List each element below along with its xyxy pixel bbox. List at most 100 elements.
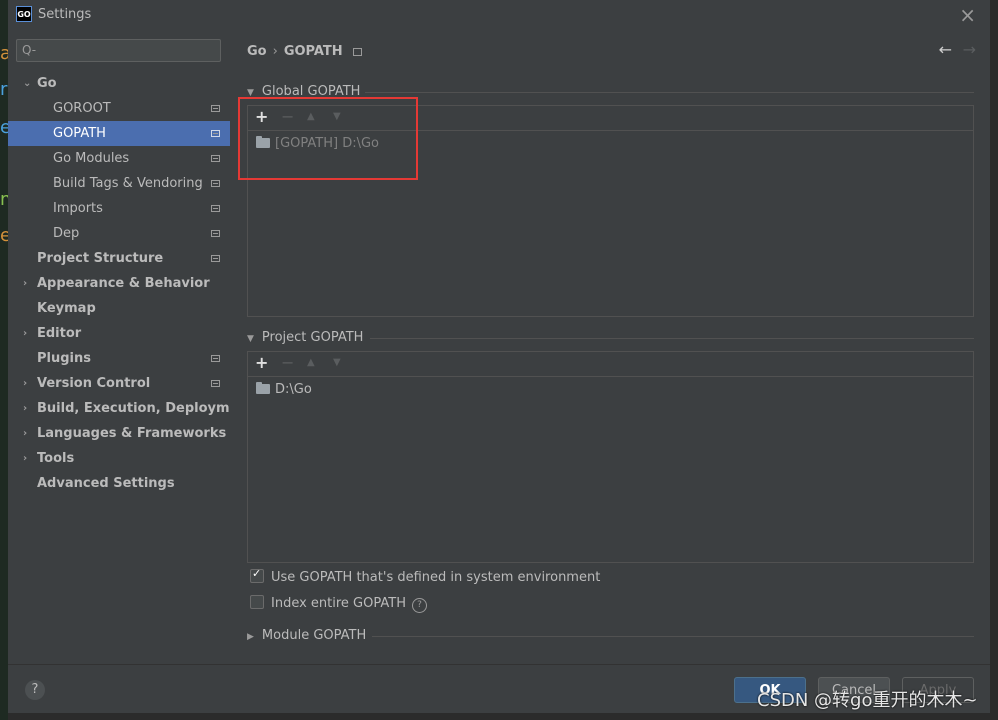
sidebar-item-label: Dep	[53, 226, 80, 241]
title-bar: GO Settings ×	[8, 0, 990, 30]
project-gopath-toolbar: + − ▲ ▼	[248, 352, 973, 377]
help-icon[interactable]: ?	[411, 598, 427, 613]
sidebar-item-build-execution-deployment[interactable]: › Build, Execution, Deployment	[8, 396, 254, 421]
use-system-gopath-checkbox[interactable]	[250, 567, 264, 583]
background-glyph: e	[0, 226, 8, 246]
settings-sidebar: Q- ⌄ Go GOROOT GOPATH Go Modules Build T…	[8, 29, 254, 664]
background-glyph: r	[0, 80, 8, 100]
remove-icon[interactable]: −	[281, 108, 294, 126]
project-scope-icon	[211, 130, 220, 137]
add-icon[interactable]: +	[255, 108, 268, 126]
sidebar-item-build-tags[interactable]: Build Tags & Vendoring	[8, 171, 230, 196]
sidebar-item-imports[interactable]: Imports	[8, 196, 230, 221]
watermark: CSDN @转go重开的木木~	[757, 690, 978, 711]
move-down-icon[interactable]: ▼	[333, 354, 341, 372]
sidebar-item-label: Advanced Settings	[37, 476, 175, 491]
breadcrumb-current: GOPATH	[283, 44, 343, 59]
sidebar-item-go[interactable]: ⌄ Go	[8, 71, 230, 96]
sidebar-item-label: Editor	[37, 326, 82, 341]
checkbox-label: Use GOPATH that's defined in system envi…	[271, 570, 601, 585]
section-divider	[370, 338, 974, 339]
settings-window: GO Settings × Q- ⌄ Go GOROOT GOPATH Go M…	[8, 0, 990, 713]
project-scope-icon	[211, 205, 220, 212]
section-title: Project GOPATH	[261, 330, 364, 345]
sidebar-item-label: Go	[37, 76, 57, 91]
project-scope-icon	[211, 380, 220, 387]
sidebar-item-dep[interactable]: Dep	[8, 221, 230, 246]
chevron-right-icon: ›	[23, 453, 28, 464]
sidebar-item-go-modules[interactable]: Go Modules	[8, 146, 230, 171]
sidebar-item-label: GOROOT	[53, 101, 111, 116]
project-scope-icon	[352, 47, 362, 56]
triangle-down-icon: ▼	[247, 334, 254, 344]
list-item[interactable]: D:\Go	[256, 382, 312, 397]
chevron-right-icon: ›	[23, 328, 28, 339]
sidebar-item-plugins[interactable]: Plugins	[8, 346, 230, 371]
background-editor-strip	[0, 0, 8, 720]
search-icon: Q-	[22, 43, 37, 57]
index-entire-gopath-checkbox[interactable]	[250, 595, 264, 609]
settings-tree: ⌄ Go GOROOT GOPATH Go Modules Build Tags…	[8, 71, 254, 496]
sidebar-item-goroot[interactable]: GOROOT	[8, 96, 230, 121]
global-gopath-header[interactable]: ▼ Global GOPATH	[247, 84, 360, 99]
sidebar-item-label: Plugins	[37, 351, 91, 366]
section-divider	[372, 636, 974, 637]
window-title: Settings	[38, 7, 92, 22]
project-scope-icon	[211, 230, 220, 237]
close-icon[interactable]: ×	[959, 3, 976, 27]
forward-arrow-icon[interactable]: →	[963, 40, 976, 59]
breadcrumb: Go › GOPATH	[247, 44, 362, 59]
project-scope-icon	[211, 255, 220, 262]
sidebar-item-label: Tools	[37, 451, 75, 466]
sidebar-item-label: Project Structure	[37, 251, 164, 266]
section-title: Global GOPATH	[261, 84, 361, 99]
sidebar-item-languages-frameworks[interactable]: › Languages & Frameworks	[8, 421, 230, 446]
help-button[interactable]: ?	[25, 680, 45, 700]
remove-icon[interactable]: −	[281, 354, 294, 372]
list-item[interactable]: [GOPATH] D:\Go	[256, 136, 379, 151]
project-scope-icon	[211, 155, 220, 162]
chevron-right-icon: ›	[23, 278, 28, 289]
chevron-down-icon: ⌄	[23, 78, 32, 89]
checkbox-label: Index entire GOPATH	[271, 596, 406, 611]
sidebar-item-project-structure[interactable]: Project Structure	[8, 246, 230, 271]
module-gopath-header[interactable]: ▶ Module GOPATH	[247, 628, 366, 643]
sidebar-item-version-control[interactable]: › Version Control	[8, 371, 230, 396]
project-scope-icon	[211, 105, 220, 112]
sidebar-item-tools[interactable]: › Tools	[8, 446, 230, 471]
add-icon[interactable]: +	[255, 354, 268, 372]
folder-icon	[256, 382, 270, 394]
search-input[interactable]: Q-	[16, 39, 221, 62]
use-system-gopath-option: Use GOPATH that's defined in system envi…	[250, 567, 601, 585]
global-gopath-toolbar: + − ▲ ▼	[248, 106, 973, 131]
sidebar-item-editor[interactable]: › Editor	[8, 321, 230, 346]
back-arrow-icon[interactable]: ←	[939, 40, 952, 59]
sidebar-item-label: Appearance & Behavior	[37, 276, 210, 291]
project-gopath-header[interactable]: ▼ Project GOPATH	[247, 330, 363, 345]
sidebar-item-keymap[interactable]: Keymap	[8, 296, 230, 321]
chevron-right-icon: ›	[23, 378, 28, 389]
project-gopath-list: + − ▲ ▼ D:\Go	[247, 351, 974, 563]
triangle-down-icon: ▼	[247, 88, 254, 98]
move-down-icon[interactable]: ▼	[333, 108, 341, 126]
sidebar-item-advanced-settings[interactable]: Advanced Settings	[8, 471, 230, 496]
background-glyph: e	[0, 118, 8, 138]
sidebar-item-label: Build, Execution, Deployment	[37, 401, 254, 416]
sidebar-item-label: Imports	[53, 201, 103, 216]
sidebar-item-label: Version Control	[37, 376, 151, 391]
sidebar-item-label: Go Modules	[53, 151, 130, 166]
settings-content: Go › GOPATH ← → ▼ Global GOPATH + − ▲ ▼ [GO…	[230, 29, 990, 664]
sidebar-item-gopath[interactable]: GOPATH	[8, 121, 230, 146]
sidebar-item-appearance-behavior[interactable]: › Appearance & Behavior	[8, 271, 230, 296]
breadcrumb-parent[interactable]: Go	[247, 44, 267, 59]
chevron-right-icon: ›	[23, 403, 28, 414]
section-divider	[365, 92, 974, 93]
background-glyph: m	[0, 190, 8, 210]
move-up-icon[interactable]: ▲	[307, 354, 315, 372]
background-glyph: a	[0, 44, 8, 64]
move-up-icon[interactable]: ▲	[307, 108, 315, 126]
chevron-right-icon: ›	[23, 428, 28, 439]
index-entire-gopath-option: Index entire GOPATH?	[250, 595, 427, 613]
sidebar-item-label: Keymap	[37, 301, 96, 316]
sidebar-item-label: GOPATH	[53, 126, 106, 141]
